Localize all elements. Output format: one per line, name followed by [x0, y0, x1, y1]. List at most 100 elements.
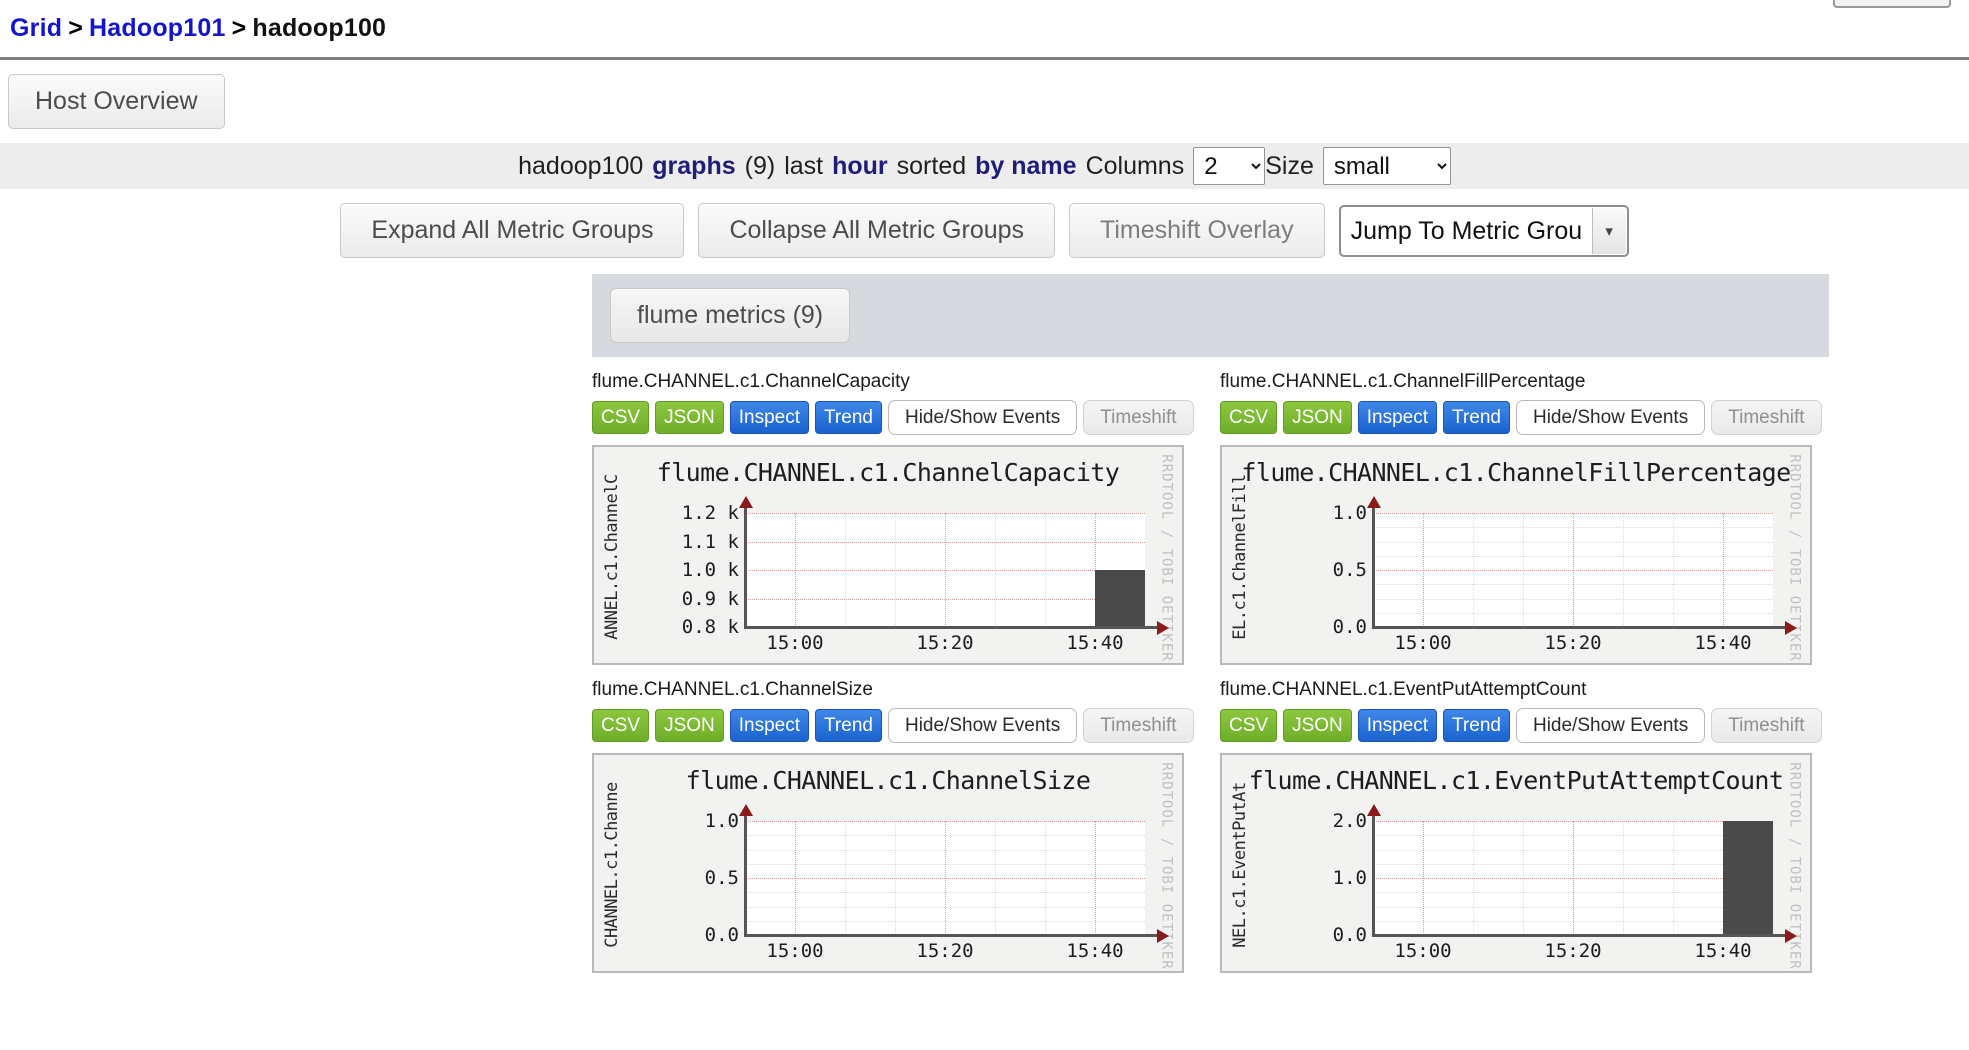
json-button[interactable]: JSON [1283, 709, 1352, 742]
x-axis-tick: 15:40 [1694, 940, 1752, 962]
rrd-axis-v [744, 814, 747, 936]
y-axis-tick: 1.2 k [681, 502, 739, 524]
expand-all-button[interactable]: Expand All Metric Groups [340, 203, 685, 258]
timeshift-button[interactable]: Timeshift [1083, 708, 1194, 743]
graph-panel-title: flume.CHANNEL.c1.ChannelCapacity [592, 371, 910, 392]
summary-host: hadoop100 [518, 151, 644, 180]
summary-last-label: last [784, 151, 824, 180]
inspect-button[interactable]: Inspect [1357, 401, 1438, 434]
timeshift-overlay-button[interactable]: Timeshift Overlay [1069, 203, 1325, 258]
columns-select[interactable]: 2 [1193, 147, 1266, 185]
breadcrumb: Grid > Hadoop101 > hadoop100 [0, 0, 1969, 57]
rrd-graph[interactable]: EL.c1.ChannelFill RRDTOOL / TOBI OETIKER f… [1220, 445, 1812, 665]
y-axis-tick: 1.0 [704, 810, 739, 832]
summary-range-link[interactable]: hour [832, 152, 888, 181]
x-axis-tick: 15:20 [916, 940, 974, 962]
metric-groups-wrapper: flume metrics (9) [0, 274, 1969, 357]
json-button[interactable]: JSON [1283, 401, 1352, 434]
gridline-vertical-minor [995, 513, 996, 627]
metric-group-toggle-flume[interactable]: flume metrics (9) [610, 288, 851, 343]
hide-show-events-button[interactable]: Hide/Show Events [1515, 400, 1706, 435]
rrd-arrow-up [1367, 804, 1381, 816]
gridline-vertical-minor [1473, 821, 1474, 935]
gridline-vertical [1095, 821, 1096, 935]
rrd-graph-canvas: CHANNEL.c1.Channe RRDTOOL / TOBI OETIKER f… [597, 758, 1179, 970]
summary-graph-count: (9) [744, 151, 776, 180]
gridline-vertical [945, 513, 946, 627]
rrd-arrow-up [739, 496, 753, 508]
csv-button[interactable]: CSV [1220, 709, 1278, 742]
collapse-all-button[interactable]: Collapse All Metric Groups [698, 203, 1056, 258]
x-axis-tick: 15:00 [1394, 632, 1452, 654]
trend-button[interactable]: Trend [1443, 709, 1510, 742]
rrd-graph-canvas: EL.c1.ChannelFill RRDTOOL / TOBI OETIKER f… [1225, 450, 1807, 662]
graph-panel-title: flume.CHANNEL.c1.ChannelSize [592, 679, 873, 700]
inspect-button[interactable]: Inspect [1357, 709, 1438, 742]
rrd-graph[interactable]: NEL.c1.EventPutAt RRDTOOL / TOBI OETIKER f… [1220, 753, 1812, 973]
csv-button[interactable]: CSV [592, 709, 650, 742]
x-axis-tick-labels: 15:00 15:20 15:40 [1225, 632, 1807, 656]
jump-to-metric-group-select[interactable]: Jump To Metric Group... [1338, 204, 1629, 257]
trend-button[interactable]: Trend [815, 401, 882, 434]
y-axis-tick-labels: 1.0 0.5 0.0 [655, 810, 739, 946]
rrd-axis-v [744, 506, 747, 628]
json-button[interactable]: JSON [655, 401, 724, 434]
summary-sort-link[interactable]: by name [975, 152, 1076, 181]
gridline-vertical-minor [1473, 513, 1474, 627]
graph-panel-buttons: CSV JSON Inspect Trend Hide/Show Events Times… [592, 400, 1200, 435]
y-axis-tick: 2.0 [1332, 810, 1367, 832]
breadcrumb-link-hadoop101[interactable]: Hadoop101 [89, 14, 226, 42]
rrd-plot-area [745, 513, 1145, 628]
x-axis-tick: 15:00 [766, 632, 824, 654]
x-axis-tick: 15:20 [1544, 632, 1602, 654]
rrd-chart-title: flume.CHANNEL.c1.EventPutAttemptCount [1248, 766, 1784, 795]
timeshift-button[interactable]: Timeshift [1083, 400, 1194, 435]
gridline-vertical [1423, 821, 1424, 935]
gridline-vertical-minor [1523, 821, 1524, 935]
gridline-vertical-minor [1673, 821, 1674, 935]
inspect-button[interactable]: Inspect [729, 401, 810, 434]
gridline-vertical [1573, 821, 1574, 935]
y-axis-tick-labels: 1.0 0.5 0.0 [1283, 502, 1367, 638]
x-axis-tick-labels: 15:00 15:20 15:40 [597, 632, 1179, 656]
gridline-vertical [795, 513, 796, 627]
breadcrumb-separator-2: > [231, 14, 247, 42]
gridline-vertical-minor [1523, 513, 1524, 627]
breadcrumb-separator-1: > [68, 14, 84, 42]
host-overview-button[interactable]: Host Overview [8, 74, 225, 129]
top-right-panel-stub [1833, 0, 1951, 8]
trend-button[interactable]: Trend [815, 709, 882, 742]
rrd-graph[interactable]: ANNEL.c1.ChannelC RRDTOOL / TOBI OETIKER f… [592, 445, 1184, 665]
gridline-vertical-minor [1045, 513, 1046, 627]
hide-show-events-button[interactable]: Hide/Show Events [1515, 708, 1706, 743]
x-axis-tick: 15:20 [916, 632, 974, 654]
gridline-vertical [795, 821, 796, 935]
csv-button[interactable]: CSV [592, 401, 650, 434]
x-axis-tick-labels: 15:00 15:20 15:40 [1225, 940, 1807, 964]
csv-button[interactable]: CSV [1220, 401, 1278, 434]
y-axis-tick: 0.5 [1332, 559, 1367, 581]
rrd-arrow-up [1367, 496, 1381, 508]
x-axis-tick-labels: 15:00 15:20 15:40 [597, 940, 1179, 964]
rrd-plot-area [1373, 821, 1773, 936]
y-axis-tick: 1.0 k [681, 559, 739, 581]
chart-bar [1095, 570, 1145, 627]
summary-bar: hadoop100 graphs (9) last hour sorted by… [0, 143, 1969, 189]
timeshift-button[interactable]: Timeshift [1711, 708, 1822, 743]
rrd-plot-area [745, 821, 1145, 936]
hide-show-events-button[interactable]: Hide/Show Events [887, 400, 1078, 435]
summary-graphs-link[interactable]: graphs [652, 152, 735, 181]
inspect-button[interactable]: Inspect [729, 709, 810, 742]
breadcrumb-link-grid[interactable]: Grid [10, 14, 62, 42]
metric-group-band: flume metrics (9) [592, 274, 1829, 357]
trend-button[interactable]: Trend [1443, 401, 1510, 434]
size-select[interactable]: small [1322, 147, 1451, 185]
y-axis-tick: 1.1 k [681, 530, 739, 553]
json-button[interactable]: JSON [655, 709, 724, 742]
hide-show-events-button[interactable]: Hide/Show Events [887, 708, 1078, 743]
rrd-graph[interactable]: CHANNEL.c1.Channe RRDTOOL / TOBI OETIKER f… [592, 753, 1184, 973]
x-axis-tick: 15:40 [1066, 632, 1124, 654]
gridline-vertical-minor [845, 513, 846, 627]
timeshift-button[interactable]: Timeshift [1711, 400, 1822, 435]
x-axis-tick: 15:40 [1694, 632, 1752, 654]
